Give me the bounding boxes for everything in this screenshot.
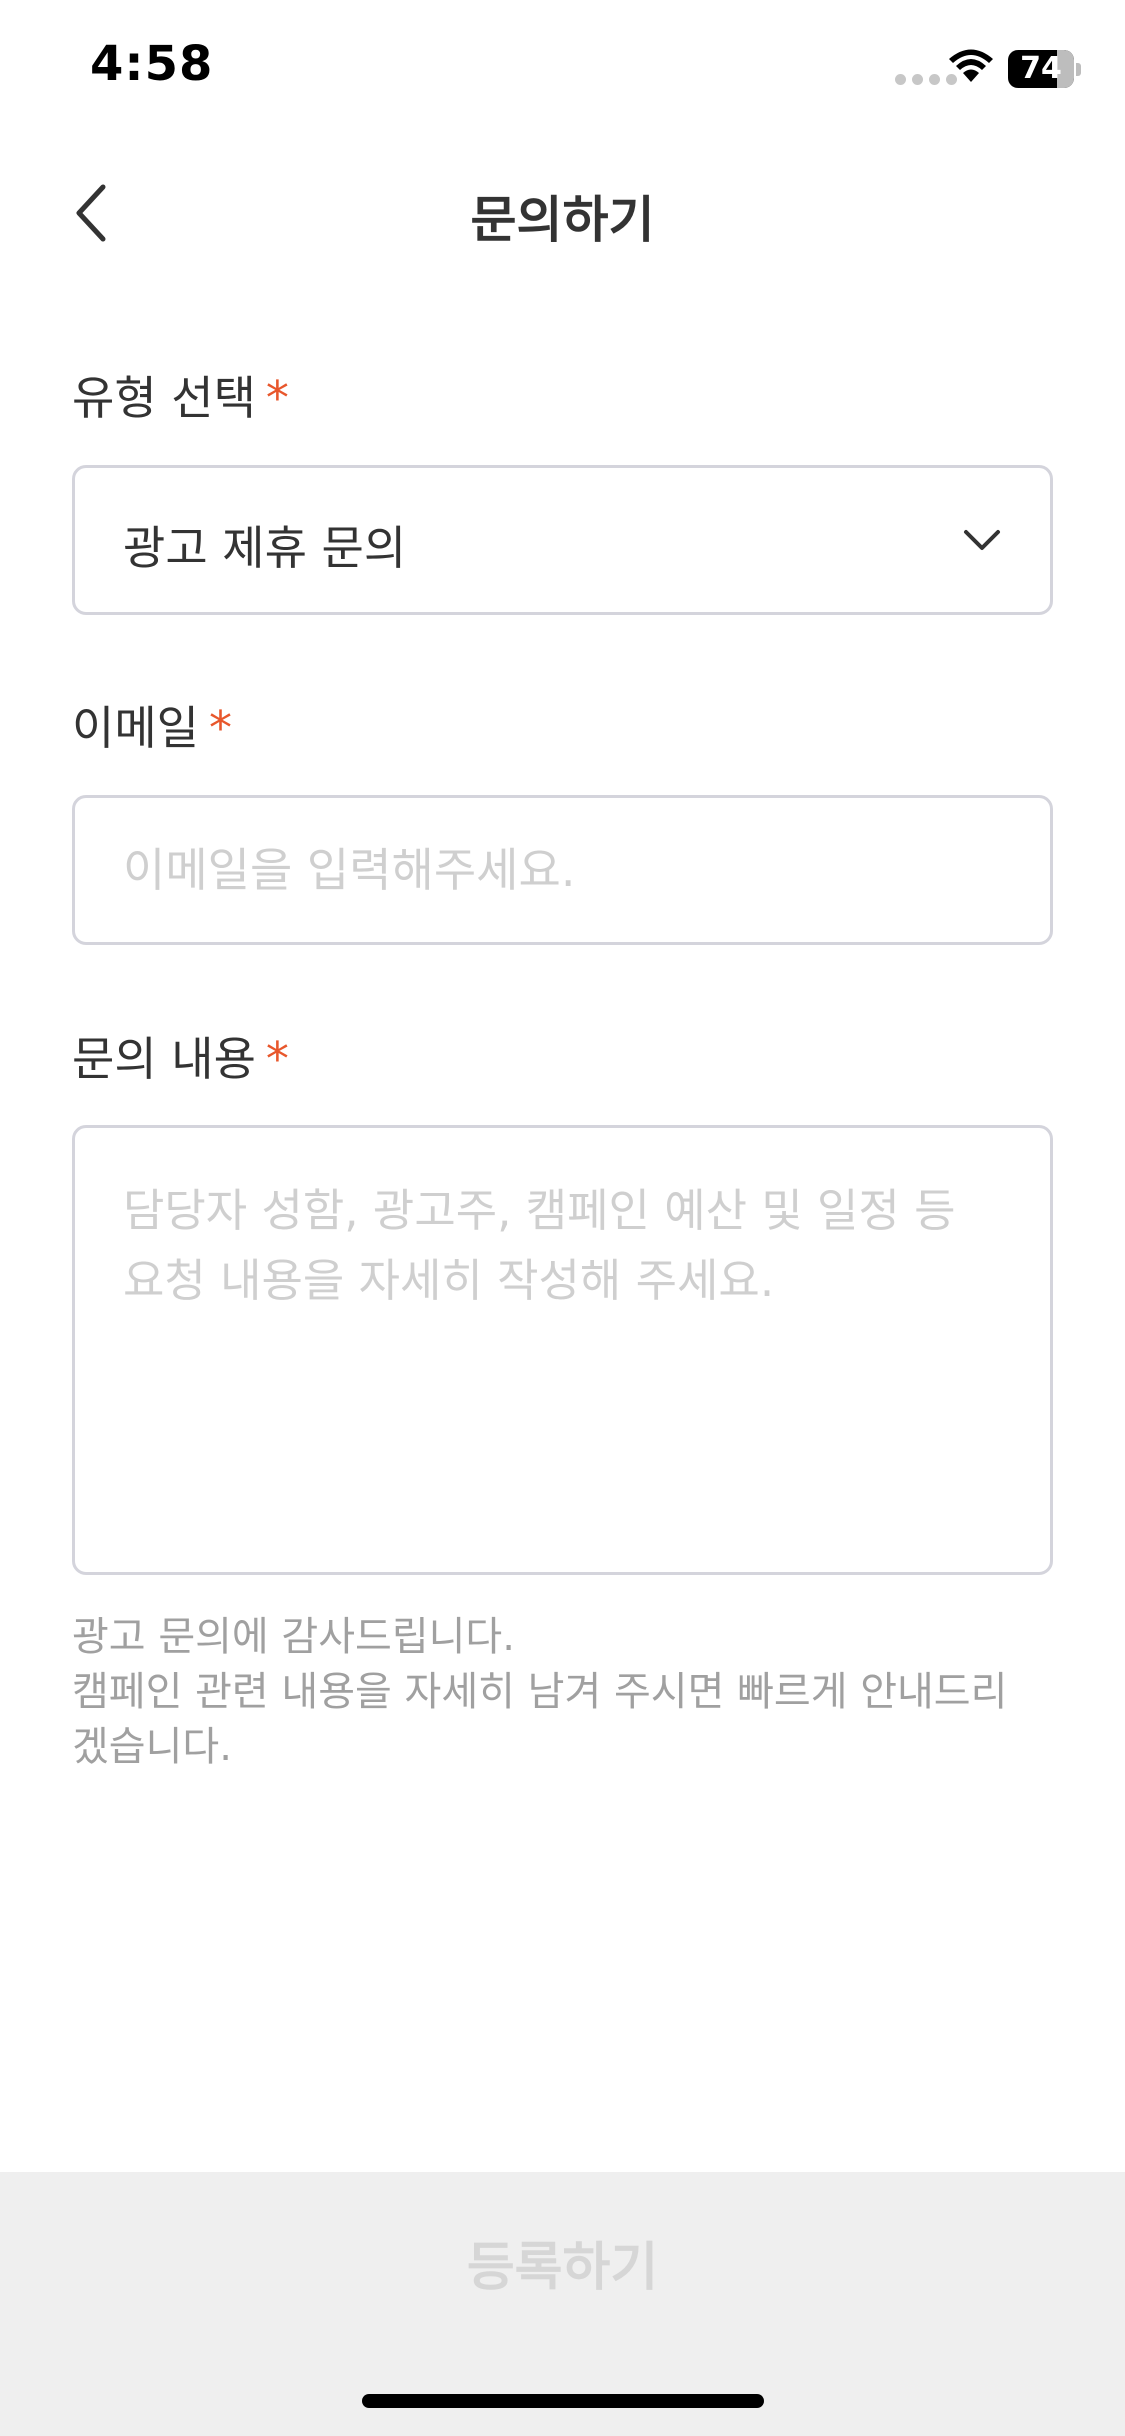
page-title: 문의하기: [470, 191, 655, 249]
type-select[interactable]: 광고 제휴 문의: [72, 465, 1053, 615]
required-mark: *: [265, 371, 289, 425]
content-textarea[interactable]: [72, 1125, 1053, 1575]
status-time: 4:58: [90, 36, 214, 92]
notice-line: 겠습니다.: [72, 1724, 232, 1770]
required-mark: *: [208, 701, 232, 755]
header: 문의하기: [0, 160, 1125, 270]
inquiry-screen: 4:58 74 문의하기 유형 선택 * 광고 제휴 문의 이메일 * 이메일을…: [0, 0, 1125, 2436]
notice-text: 광고 문의에 감사드립니다. 캠페인 관련 내용을 자세히 남겨 주시면 빠르게…: [72, 1610, 1072, 1775]
type-select-value: 광고 제휴 문의: [123, 521, 407, 575]
content-label-text: 문의 내용: [72, 1032, 256, 1086]
email-field[interactable]: [72, 795, 1053, 945]
battery-level: 74: [1020, 51, 1062, 86]
email-label: 이메일 *: [72, 692, 232, 758]
type-label-text: 유형 선택: [72, 371, 256, 425]
notice-line: 캠페인 관련 내용을 자세히 남겨 주시면 빠르게 안내드리: [72, 1669, 1008, 1715]
status-bar: 4:58 74: [0, 0, 1125, 140]
content-label: 문의 내용 *: [72, 1023, 289, 1089]
email-label-text: 이메일: [72, 701, 199, 755]
notice-line: 광고 문의에 감사드립니다.: [72, 1614, 515, 1660]
type-label: 유형 선택 *: [72, 362, 289, 428]
submit-button[interactable]: 등록하기: [0, 2172, 1125, 2352]
required-mark: *: [265, 1032, 289, 1086]
home-indicator[interactable]: [362, 2394, 764, 2408]
chevron-down-icon: [964, 530, 1000, 550]
battery-icon: 74: [1008, 50, 1081, 88]
wifi-icon: [949, 49, 993, 82]
